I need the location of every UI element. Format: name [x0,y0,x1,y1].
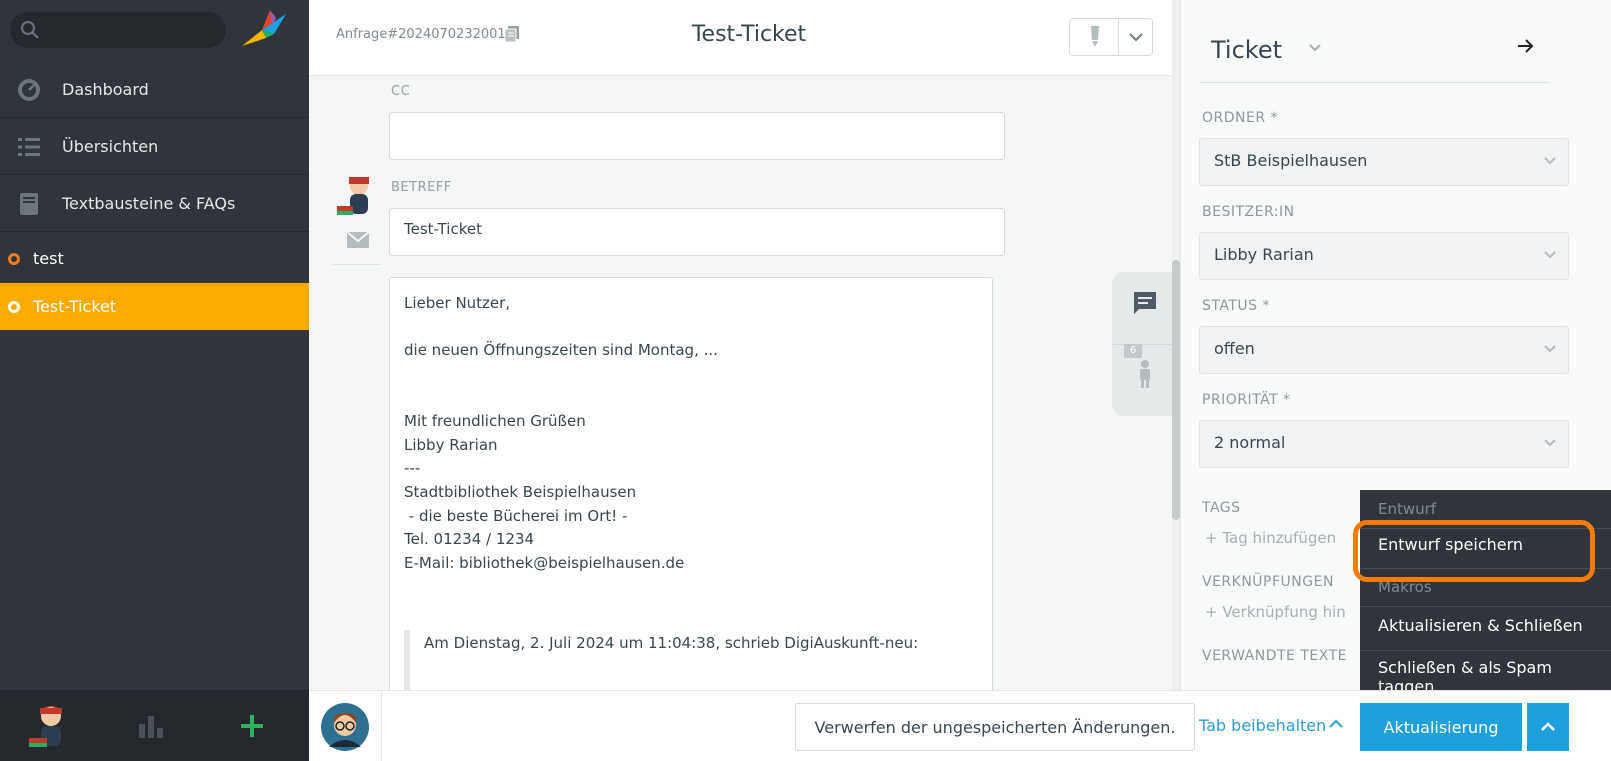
stats-icon[interactable] [138,714,164,738]
body-line: Libby Rarian [404,436,498,454]
body-line: Tel. 01234 / 1234 [404,530,535,548]
owner-select[interactable]: Libby Rarian [1199,232,1569,280]
keep-tab-link[interactable]: Tab beibehalten [1199,716,1326,735]
quote-line: Am Dienstag, 2. Juli 2024 um 11:04:38, s… [424,634,919,652]
priority-value: 2 normal [1214,433,1286,452]
related-label: VERWANDTE TEXTE [1202,648,1347,664]
list-icon [18,138,40,156]
viewer-count-badge: 6 [1124,344,1142,358]
edit-button[interactable] [1070,19,1118,55]
body-line: Mit freundlichen Grüßen [404,412,586,430]
body-line: Stadtbibliothek Beispielhausen [404,483,637,501]
highlight-outline [1353,520,1595,582]
status-value: offen [1214,339,1255,358]
logo-icon [242,10,286,46]
task-label: Test-Ticket [33,297,117,316]
more-actions-button[interactable] [1118,19,1152,55]
ticket-main: Anfrage#20240702320018 Test-Ticket CC BE… [309,0,1180,761]
menu-item-macro-close[interactable]: Aktualisieren & Schließen [1378,616,1583,635]
task-status-icon [8,252,20,265]
divider [1360,606,1611,607]
nav-dashboard[interactable]: Dashboard [0,61,309,118]
nav-knowledge-base-label: Textbausteine & FAQs [62,193,236,213]
panel-title: Ticket [1211,36,1283,64]
body-line: - die beste Bücherei im Ort! - [404,507,628,525]
copy-icon[interactable] [505,26,519,42]
cc-field[interactable] [389,112,1005,160]
body-line: --- [404,459,421,477]
mail-icon [347,232,369,248]
user-avatar[interactable] [25,700,75,750]
agent-avatar [337,177,369,215]
field-label-group: ORDNER * [1202,110,1279,126]
group-value: StB Beispielhausen [1214,151,1368,170]
quote-bar [404,630,410,696]
ticket-number: Anfrage#20240702320018 [336,27,514,42]
divider [1199,82,1549,83]
divider [333,264,381,265]
discard-changes-button[interactable]: Verwerfen der ungespeicherten Änderungen… [795,703,1195,751]
subject-label: BETREFF [391,180,452,195]
body-line: E-Mail: bibliothek@beispielhausen.de [404,554,685,572]
chevron-down-icon [1544,439,1556,447]
update-options-toggle[interactable] [1527,703,1569,751]
subject-field[interactable]: Test-Ticket [389,208,1005,256]
task-test-ticket[interactable]: Test-Ticket [0,283,309,330]
chevron-down-icon [1544,251,1556,259]
ticket-side-widget: 6 [1112,272,1180,416]
status-select[interactable]: offen [1199,326,1569,374]
chevron-down-icon[interactable] [1309,44,1321,52]
owner-value: Libby Rarian [1214,245,1314,264]
tags-label: TAGS [1202,500,1241,516]
field-label-owner: BESITZER:IN [1202,204,1295,220]
add-link-link[interactable]: + Verknüpfung hin [1205,603,1346,621]
priority-select[interactable]: 2 normal [1199,420,1569,468]
chevron-up-icon [1541,722,1555,731]
search-input[interactable] [10,12,226,48]
links-label: VERKNÜPFUNGEN [1202,574,1334,590]
arrow-right-icon[interactable] [1517,38,1535,54]
menu-header-draft: Entwurf [1378,500,1437,518]
sidebar: Dashboard Übersichten Textbausteine & FA… [0,0,309,761]
chevron-down-icon [1544,157,1556,165]
scrollbar-thumb[interactable] [1172,260,1180,520]
ticket-header: Anfrage#20240702320018 Test-Ticket [309,0,1180,76]
add-tag-link[interactable]: + Tag hinzufügen [1205,529,1336,547]
dashboard-icon [18,79,40,101]
comment-icon[interactable] [1133,291,1157,315]
chevron-down-icon [1128,33,1143,42]
update-button[interactable]: Aktualisierung [1360,703,1522,751]
book-icon [20,193,38,215]
edit-actions [1069,18,1153,56]
customer-avatar[interactable] [321,703,369,751]
page-title: Test-Ticket [691,22,807,47]
plus-icon[interactable] [240,714,264,738]
body-line: Lieber Nutzer, [404,294,511,312]
nav-overviews-label: Übersichten [62,136,159,156]
person-icon[interactable] [1138,360,1152,388]
search-icon [21,21,39,39]
group-select[interactable]: StB Beispielhausen [1199,138,1569,186]
divider [1360,650,1611,651]
cc-label: CC [391,84,411,99]
task-status-icon [8,300,20,313]
ticket-footer: Verwerfen der ungespeicherten Änderungen… [309,690,1611,761]
nav-overviews[interactable]: Übersichten [0,118,309,175]
sidebar-bottom-bar [0,690,309,761]
field-label-status: STATUS * [1202,298,1270,314]
nav-dashboard-label: Dashboard [62,79,149,99]
divider [381,691,382,761]
article-body-editor[interactable]: Lieber Nutzer, die neuen Öffnungszeiten … [389,277,993,697]
body-line: die neuen Öffnungszeiten sind Montag, ..… [404,341,718,359]
chevron-down-icon [1544,345,1556,353]
pencil-icon [1091,26,1099,47]
task-label: test [33,249,64,268]
nav-knowledge-base[interactable]: Textbausteine & FAQs [0,175,309,232]
task-test[interactable]: test [0,235,309,282]
chevron-up-icon[interactable] [1329,719,1343,729]
divider [1112,344,1180,345]
field-label-priority: PRIORITÄT * [1202,392,1291,408]
